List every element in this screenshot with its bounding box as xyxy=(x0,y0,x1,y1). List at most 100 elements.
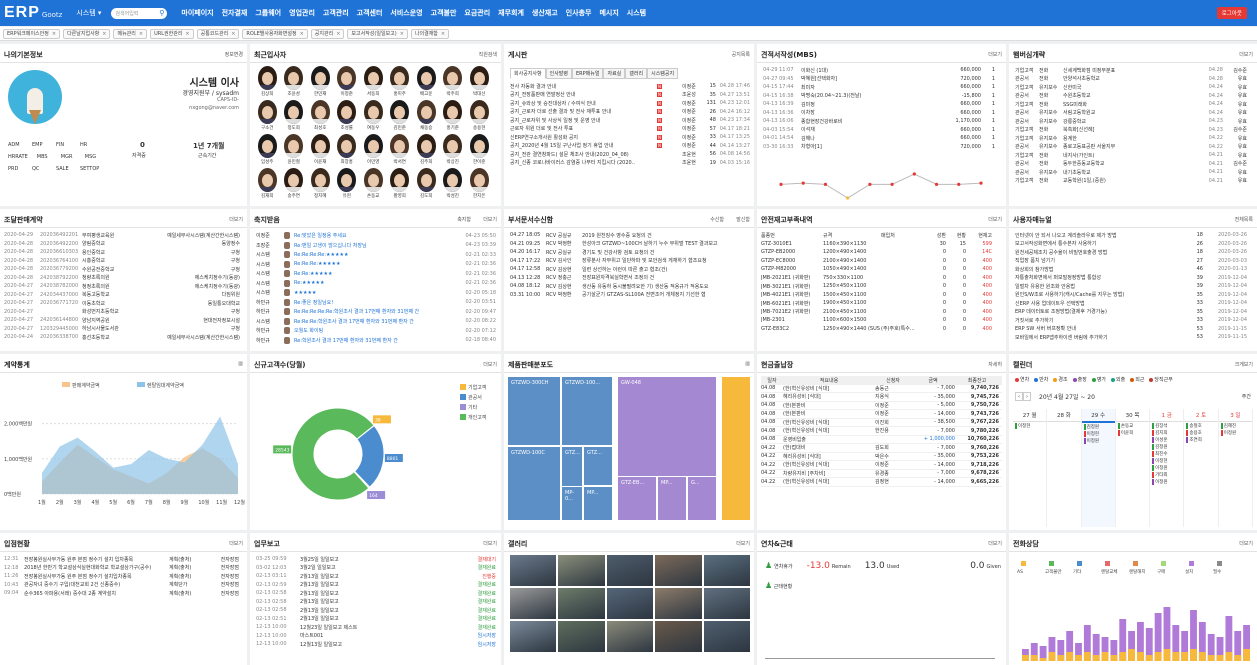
tab-label[interactable]: ROLE별사용자화면설정 xyxy=(246,31,296,37)
outbox-link[interactable]: 발신함 xyxy=(736,216,750,223)
calendar-event[interactable]: 조연희 xyxy=(1186,437,1215,443)
close-icon[interactable]: × xyxy=(102,31,106,37)
calendar-event[interactable]: 손동교 xyxy=(1117,423,1147,429)
main-menu-item[interactable]: 고객관리 xyxy=(323,8,349,18)
employee-card[interactable]: 박주희 xyxy=(440,66,467,97)
close-icon[interactable]: × xyxy=(185,31,189,37)
gallery-thumbnail[interactable] xyxy=(558,588,605,619)
employee-card[interactable]: 서동희 xyxy=(360,66,387,97)
calendar-event[interactable]: 송철호 xyxy=(1186,423,1215,429)
tab-label[interactable]: URL권한관리 xyxy=(154,31,182,37)
calendar-day[interactable]: 27 월 이정현 xyxy=(1013,409,1048,527)
mbs-row[interactable]: 04-01 14:54 김해나 660,000 1 xyxy=(763,134,1003,143)
contract-row[interactable]: 2020-04-27 242038782000 청정초록의원 에스케치정수기(동광) xyxy=(4,282,244,291)
board-row[interactable]: 전사 자동화 결과 안내 N 이정준 15 04.28 17:46 xyxy=(510,82,750,91)
visit-row[interactable]: 09:04 순수365 아파용(서래) 중수대 2종 계약설치 계획(출처) 전자장점 xyxy=(4,589,244,598)
gallery-thumbnail[interactable] xyxy=(606,588,654,619)
employee-card[interactable]: 여동우 xyxy=(360,100,387,131)
stock-row[interactable]: JMB-4021E1 (귀화판) 1500×450×1100 0 0 400 xyxy=(761,291,1002,300)
contract-client[interactable]: 화성번지초등학교 xyxy=(82,308,152,315)
manual-row[interactable]: 화상회의 참가방법 46 2020-01-13 xyxy=(1015,265,1253,274)
manual-row[interactable]: ERP 데이터토로 조정방법(결제후 거경가능) 35 2019-12-04 xyxy=(1015,308,1253,317)
employee-card[interactable]: 김민준 xyxy=(387,100,414,131)
employee-card[interactable]: 김재희 xyxy=(254,168,281,199)
board-tab[interactable]: 인사발령 xyxy=(545,68,573,79)
manual-title[interactable]: 화상회의 참가방법 xyxy=(1015,266,1185,273)
mbs-row[interactable]: 04-03 15:54 이석재 660,000 1 xyxy=(763,126,1003,135)
employee-card[interactable]: 이정준 xyxy=(334,66,361,97)
mbs-customer[interactable]: 박명숙(20.04~21.3)(전날) xyxy=(801,92,911,99)
employee-card[interactable]: 구소건 xyxy=(254,100,281,131)
contract-row[interactable]: 2020-04-28 202036779200 수원공전중학교 구청 xyxy=(4,265,244,274)
cash-row[interactable]: 04.08 (한)혁신유성비 [식대] 한진용 - 7,000 9,780,226 xyxy=(761,427,1002,436)
calendar-day[interactable]: 1 금 김장석 김지희 이성훈 김정원 최진수 이정현 이정원 기타외 이정원 xyxy=(1150,409,1185,527)
close-icon[interactable]: × xyxy=(52,31,56,37)
stock-row[interactable]: GTZ-E83C2 1250×490×1440 (SUS 2...(주)주호(특수… xyxy=(761,325,1002,334)
congrats-message[interactable]: Re:좋은 정일님요! xyxy=(294,299,454,306)
more-link[interactable]: 더보기 xyxy=(1239,51,1253,58)
congrats-row[interactable]: 조장준 Re:맨일 고생이 많으십니다 처장님 04-23 03:39 xyxy=(256,241,496,251)
stock-row[interactable]: GTZP-EB2000 1200×490×1400 0 0 14C xyxy=(761,248,1002,257)
manual-row[interactable]: 원인S/W조로 사용하기(캐시/Cache를 지우는 방법) 35 2019-12-… xyxy=(1015,291,1253,300)
visit-desc[interactable]: 2018년 한반기 학교설상식실현대화학교 학교설상가구(공수) xyxy=(24,564,169,571)
report-row[interactable]: 02-13 02:58 2월13일 일일보고 결재완료 xyxy=(256,598,496,607)
employee-card[interactable]: 김상희 xyxy=(254,66,281,97)
gallery-thumbnail[interactable] xyxy=(558,621,605,652)
cash-row[interactable]: 04.08 (한)혁신유성비 [식대] 송동근 - 7,000 9,740,726 xyxy=(761,385,1002,393)
contract-client[interactable]: 양림중학교 xyxy=(82,240,152,247)
visit-row[interactable]: 11:26 전장봉원실사무가동 원주 본점 정수기 설치입차종목 계획(출처) 전자장… xyxy=(4,572,244,581)
employee-card[interactable]: 이민영 xyxy=(360,134,387,165)
congrats-row[interactable]: 시스템 Re:Re:Re:★★★★★ 02-21 02:36 xyxy=(256,260,496,270)
treemap-block[interactable]: GTZWD-100... xyxy=(561,376,613,446)
doc-title[interactable]: 장류분사 자부위고 일단하파 및 보안검색 게재하기 협조요청 xyxy=(582,257,747,264)
contract-client[interactable]: 시흥중학교 xyxy=(82,257,152,264)
contract-client[interactable]: 복동고등학교 xyxy=(82,291,152,298)
employee-card[interactable]: 박성진 xyxy=(440,168,467,199)
open-tab[interactable]: ROLE별사용자화면설정 × xyxy=(242,28,308,39)
tab-label[interactable]: 공통코드관리 xyxy=(201,31,229,37)
contract-client[interactable]: 이동초학교 xyxy=(82,300,152,307)
gallery-thumbnail[interactable] xyxy=(655,555,702,586)
gallery-thumbnail[interactable] xyxy=(558,555,605,586)
cash-row[interactable]: 04.22 (한)혁신유성비 [식대] 이정준 - 14,000 9,718,226 xyxy=(761,461,1002,470)
report-title[interactable]: 12월23일 일일보고 제스트 xyxy=(300,624,460,631)
post-title[interactable]: 공지_신종 코로나바이러스 감염증 나부터 지킵시다 (2020.. xyxy=(510,159,655,166)
prospect-row[interactable]: 기업고객 유지보수 신한미국 04.24 유효 xyxy=(1015,83,1253,92)
contract-row[interactable]: 2020-04-28 202036764100 시흥중학교 구청 xyxy=(4,257,244,266)
mbs-customer[interactable]: 이차장 xyxy=(801,109,911,116)
prospect-name[interactable]: 신세계백화점 미정부분표 xyxy=(1063,67,1193,74)
main-menu-item[interactable]: 고객불만 xyxy=(431,8,457,18)
prospect-name[interactable]: 수원초등학교 xyxy=(1063,92,1193,99)
more-link[interactable]: 더보기 xyxy=(1239,540,1253,547)
board-tab[interactable]: 시스템공지 xyxy=(647,68,679,79)
post-title[interactable]: 공지_근로자 더로 선출 결과 및 전사 재투표 안내 xyxy=(510,108,655,115)
manual-title[interactable]: 직업장 폼치 넘기기 xyxy=(1015,257,1185,264)
report-title[interactable]: 마스트001 xyxy=(300,632,460,639)
manual-title[interactable]: 원인S/W조로 사용하기(캐시/Cache를 지우는 방법) xyxy=(1015,291,1185,298)
report-row[interactable]: 12-13 10:00 마스트001 임시저장 xyxy=(256,632,496,641)
employee-card[interactable]: 최성호 xyxy=(307,100,334,131)
prospect-row[interactable]: 기업고객 유지보수 용계한 04.22 유효 xyxy=(1015,134,1253,143)
congrats-row[interactable]: 시스템 ★★★★★ 02-20 05:18 xyxy=(256,288,496,298)
employee-card[interactable]: 한이준 xyxy=(466,134,493,165)
more-link[interactable]: 더보기 xyxy=(736,540,750,547)
employee-card[interactable]: 김도희 xyxy=(413,168,440,199)
more-link[interactable]: 더보기 xyxy=(229,540,243,547)
contract-row[interactable]: 2020-04-27 화성번지초등학교 구청 xyxy=(4,308,244,317)
calendar-event[interactable]: 이정원 xyxy=(1152,465,1181,471)
notice-list-link[interactable]: 공지목록 xyxy=(732,51,750,58)
close-icon[interactable]: × xyxy=(139,31,143,37)
employee-card[interactable]: 최장홍 xyxy=(334,134,361,165)
treemap-block[interactable]: GTZ... xyxy=(583,446,613,486)
prospect-name[interactable]: 신한미국 xyxy=(1063,84,1193,91)
prospect-name[interactable]: 안양석사초등학교 xyxy=(1063,75,1193,82)
calendar-day[interactable]: 30 목 손동교 이윤희 xyxy=(1115,409,1151,527)
contract-client[interactable]: 수원공전중학교 xyxy=(82,266,152,273)
manual-title[interactable]: 자통출처화면에서 퍼보밀정정방법 통합성 xyxy=(1015,274,1185,281)
search-icon[interactable]: ⚲ xyxy=(159,9,164,17)
employee-card[interactable]: 정도희 xyxy=(281,100,308,131)
mbs-row[interactable]: 04-29 11:07 이화신 (1대) 660,000 1 xyxy=(763,66,1003,75)
congrats-message[interactable]: Re:Re:Re:학원조사 결과 17번째 환자와 31번째 환자 간 xyxy=(294,318,454,325)
stock-row[interactable]: JMB-6021E1 (귀화판) 1900×450×1100 0 0 400 xyxy=(761,299,1002,308)
contract-client[interactable]: 청량초록의원 xyxy=(82,274,152,281)
